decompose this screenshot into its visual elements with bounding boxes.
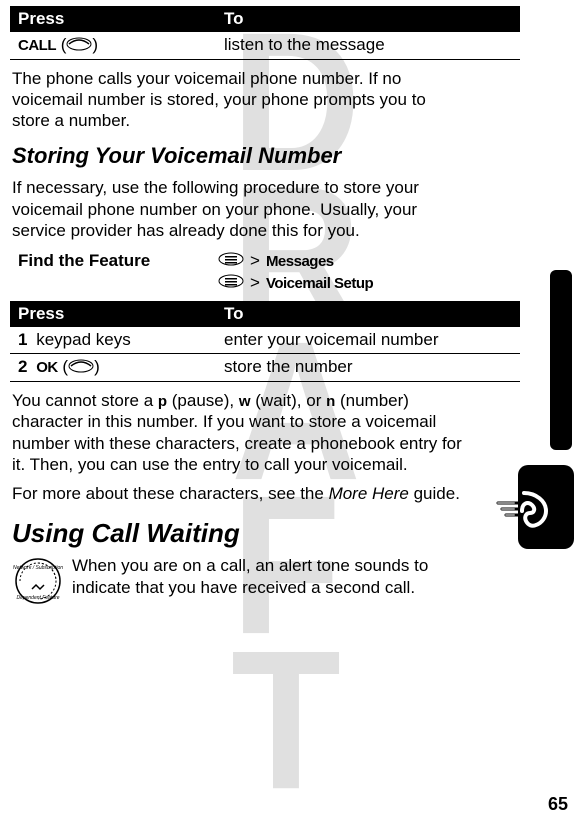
table-press-to-1: Press To CALL () listen to the message (10, 6, 520, 60)
table-row: 1 keypad keys enter your voicemail numbe… (10, 327, 520, 354)
svg-text:Dependent Feature: Dependent Feature (16, 595, 59, 601)
char-pause: p (158, 393, 167, 410)
char-wait: w (239, 393, 251, 410)
col-press: Press (10, 301, 216, 327)
page-number: 65 (548, 794, 568, 815)
cell-action: store the number (216, 354, 520, 382)
paragraph: For more about these characters, see the… (12, 483, 468, 504)
network-dependent-icon: Network / Subscription Dependent Feature (12, 555, 64, 612)
ref-more-here: More Here (329, 484, 409, 503)
heading-call-waiting: Using Call Waiting (12, 518, 468, 549)
paragraph: The phone calls your voicemail phone num… (12, 68, 468, 132)
paragraph: If necessary, use the following procedur… (12, 177, 468, 241)
menu-voicemail-setup: Voicemail Setup (266, 275, 373, 292)
menu-messages: Messages (266, 253, 334, 270)
menu-gt: > (250, 273, 260, 293)
svg-text:Network / Subscription: Network / Subscription (13, 565, 63, 571)
key-keypad: keypad keys (36, 330, 131, 349)
cell-action: enter your voicemail number (216, 327, 520, 354)
col-to: To (216, 6, 520, 32)
step-number: 1 (18, 330, 31, 349)
menu-gt: > (250, 251, 260, 271)
softkey-right-icon (68, 358, 94, 378)
dependent-feature-text: When you are on a call, an alert tone so… (72, 555, 468, 598)
col-to: To (216, 301, 520, 327)
side-tab (550, 270, 572, 450)
dependent-feature-block: Network / Subscription Dependent Feature… (12, 555, 468, 612)
softkey-call: CALL (18, 37, 56, 54)
softkey-right-icon (66, 36, 92, 56)
phone-feature-icon (518, 465, 574, 549)
find-the-feature: Find the Feature > Messages (18, 251, 470, 271)
table-press-to-2: Press To 1 keypad keys enter your voicem… (10, 301, 520, 382)
table-row: 2 OK () store the number (10, 354, 520, 382)
table-row: CALL () listen to the message (10, 32, 520, 59)
page-content: Press To CALL () listen to the message T… (0, 0, 520, 612)
find-label: Find the Feature (18, 251, 218, 271)
menu-key-icon (218, 273, 244, 293)
heading-storing-voicemail: Storing Your Voicemail Number (12, 143, 468, 169)
char-number: n (326, 393, 335, 410)
softkey-ok: OK (36, 359, 58, 376)
step-number: 2 (18, 357, 31, 376)
paragraph: You cannot store a p (pause), w (wait), … (12, 390, 468, 476)
col-press: Press (10, 6, 216, 32)
find-the-feature-line2: > Voicemail Setup (18, 273, 470, 293)
cell-action: listen to the message (216, 32, 520, 59)
side-tab-label: Calling Features (568, 145, 582, 285)
menu-key-icon (218, 251, 244, 271)
